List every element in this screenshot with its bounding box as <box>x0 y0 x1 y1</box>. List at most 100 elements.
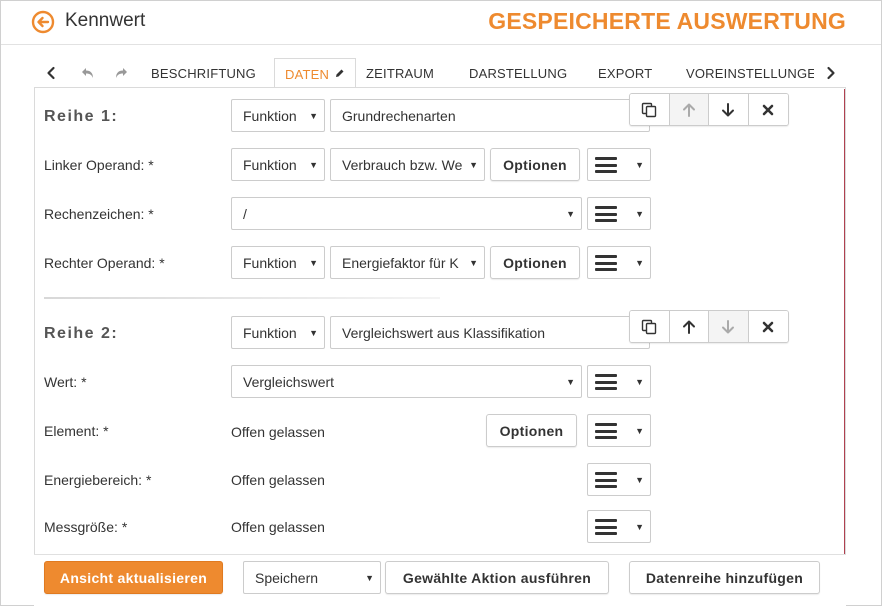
hamburger-icon <box>595 519 617 535</box>
caret-down-icon: ▼ <box>365 573 374 583</box>
rechter-menu-select[interactable]: ▼ <box>587 246 651 279</box>
caret-down-icon: ▼ <box>566 209 575 219</box>
energiebereich-label: Energiebereich: * <box>44 472 151 488</box>
copy-icon[interactable] <box>630 94 670 125</box>
required-mark: * <box>103 423 109 439</box>
caret-down-icon: ▼ <box>635 475 644 485</box>
caret-down-icon: ▼ <box>309 328 318 338</box>
reihe-1-actions <box>629 93 789 126</box>
page-title: GESPEICHERTE AUSWERTUNG <box>488 8 846 34</box>
caret-down-icon: ▼ <box>309 160 318 170</box>
wert-text: Wert: <box>44 374 78 390</box>
tab-bar: BESCHRIFTUNG DATEN ZEITRAUM DARSTELLUNG … <box>34 58 846 88</box>
chevron-left-icon[interactable] <box>38 58 64 87</box>
element-label: Element: * <box>44 423 109 439</box>
rechter-value: Energiefaktor für K <box>342 254 459 271</box>
caret-down-icon: ▼ <box>469 258 478 268</box>
back-label[interactable]: Kennwert <box>65 10 145 32</box>
linker-type-value: Funktion <box>243 156 297 173</box>
linker-operand-label: Linker Operand: * <box>44 157 154 173</box>
hamburger-icon <box>595 206 617 222</box>
reihe-1-type-value: Funktion <box>243 107 297 124</box>
update-view-button[interactable]: Ansicht aktualisieren <box>44 561 223 594</box>
caret-down-icon: ▼ <box>635 258 644 268</box>
energiebereich-text: Energiebereich: <box>44 472 143 488</box>
required-mark: * <box>145 472 152 488</box>
linker-options-button[interactable]: Optionen <box>490 148 580 181</box>
messgroesse-menu-select[interactable]: ▼ <box>587 510 651 543</box>
tab-beschriftung[interactable]: BESCHRIFTUNG <box>151 58 256 87</box>
undo-icon[interactable] <box>74 58 100 87</box>
caret-down-icon: ▼ <box>635 209 644 219</box>
rechenzeichen-value: / <box>243 205 247 222</box>
required-mark: * <box>159 255 165 271</box>
linker-value-select[interactable]: Verbrauch bzw. Wert ▼ <box>330 148 485 181</box>
add-series-button[interactable]: Datenreihe hinzufügen <box>629 561 820 594</box>
messgroesse-value: Offen gelassen <box>231 519 325 535</box>
action-select[interactable]: Speichern ▼ <box>243 561 381 594</box>
delete-icon[interactable] <box>748 311 788 342</box>
caret-down-icon: ▼ <box>635 426 644 436</box>
reihe-2-type-value: Funktion <box>243 324 297 341</box>
linker-operand-text: Linker Operand: <box>44 157 145 173</box>
arrow-down-icon[interactable] <box>709 311 749 342</box>
wert-menu-select[interactable]: ▼ <box>587 365 651 398</box>
arrow-up-icon[interactable] <box>669 311 709 342</box>
tab-voreinstellungen[interactable]: VOREINSTELLUNGEN <box>686 58 814 87</box>
tab-daten[interactable]: DATEN <box>274 58 357 87</box>
redo-icon[interactable] <box>109 58 135 87</box>
caret-down-icon: ▼ <box>635 160 644 170</box>
linker-type-select[interactable]: Funktion ▼ <box>231 148 325 181</box>
rechter-options-button[interactable]: Optionen <box>490 246 580 279</box>
caret-down-icon: ▼ <box>309 111 318 121</box>
hamburger-icon <box>595 157 617 173</box>
rechter-operand-text: Rechter Operand: <box>44 255 156 271</box>
hamburger-icon <box>595 374 617 390</box>
element-menu-select[interactable]: ▼ <box>587 414 651 447</box>
caret-down-icon: ▼ <box>635 522 644 532</box>
rechter-type-select[interactable]: Funktion ▼ <box>231 246 325 279</box>
caret-down-icon: ▼ <box>309 258 318 268</box>
hamburger-icon <box>595 472 617 488</box>
linker-value: Verbrauch bzw. Wert <box>342 156 462 173</box>
arrow-down-icon[interactable] <box>709 94 749 125</box>
delete-icon[interactable] <box>748 94 788 125</box>
tab-export[interactable]: EXPORT <box>598 58 652 87</box>
tab-zeitraum[interactable]: ZEITRAUM <box>366 58 434 87</box>
reihe-2-function-select[interactable]: Vergleichswert aus Klassifikation <box>330 316 650 349</box>
copy-icon[interactable] <box>630 311 670 342</box>
wert-select[interactable]: Vergleichswert ▼ <box>231 365 582 398</box>
hamburger-icon <box>595 423 617 439</box>
linker-menu-select[interactable]: ▼ <box>587 148 651 181</box>
rechter-value-select[interactable]: Energiefaktor für K ▼ <box>330 246 485 279</box>
messgroesse-label: Messgröße: * <box>44 519 127 535</box>
reihe-2-function-value: Vergleichswert aus Klassifikation <box>342 324 546 341</box>
reihe-2-actions <box>629 310 789 343</box>
reihe-1-heading: Reihe 1: <box>44 108 119 125</box>
series-divider <box>44 297 440 299</box>
required-mark: * <box>81 374 87 390</box>
reihe-1-function-select[interactable]: Grundrechenarten <box>330 99 650 132</box>
caret-down-icon: ▼ <box>469 160 478 170</box>
reihe-1-type-select[interactable]: Funktion ▼ <box>231 99 325 132</box>
back-button[interactable] <box>31 10 55 34</box>
tab-darstellung[interactable]: DARSTELLUNG <box>469 58 567 87</box>
tab-daten-label: DATEN <box>285 66 330 82</box>
panel-edge <box>844 89 845 601</box>
energiebereich-menu-select[interactable]: ▼ <box>587 463 651 496</box>
reihe-2-type-select[interactable]: Funktion ▼ <box>231 316 325 349</box>
action-select-value: Speichern <box>255 569 319 586</box>
execute-action-button[interactable]: Gewählte Aktion ausführen <box>385 561 609 594</box>
arrow-up-icon[interactable] <box>669 94 709 125</box>
element-value: Offen gelassen <box>231 424 325 440</box>
wert-value: Vergleichswert <box>243 373 335 390</box>
rechenzeichen-select[interactable]: / ▼ <box>231 197 582 230</box>
chevron-right-icon[interactable] <box>818 58 844 87</box>
caret-down-icon: ▼ <box>566 377 575 387</box>
rechenzeichen-menu-select[interactable]: ▼ <box>587 197 651 230</box>
rechenzeichen-text: Rechenzeichen: <box>44 206 145 222</box>
rechenzeichen-label: Rechenzeichen: * <box>44 206 154 222</box>
element-options-button[interactable]: Optionen <box>486 414 577 447</box>
element-text: Element: <box>44 423 100 439</box>
reihe-2-heading: Reihe 2: <box>44 325 119 342</box>
